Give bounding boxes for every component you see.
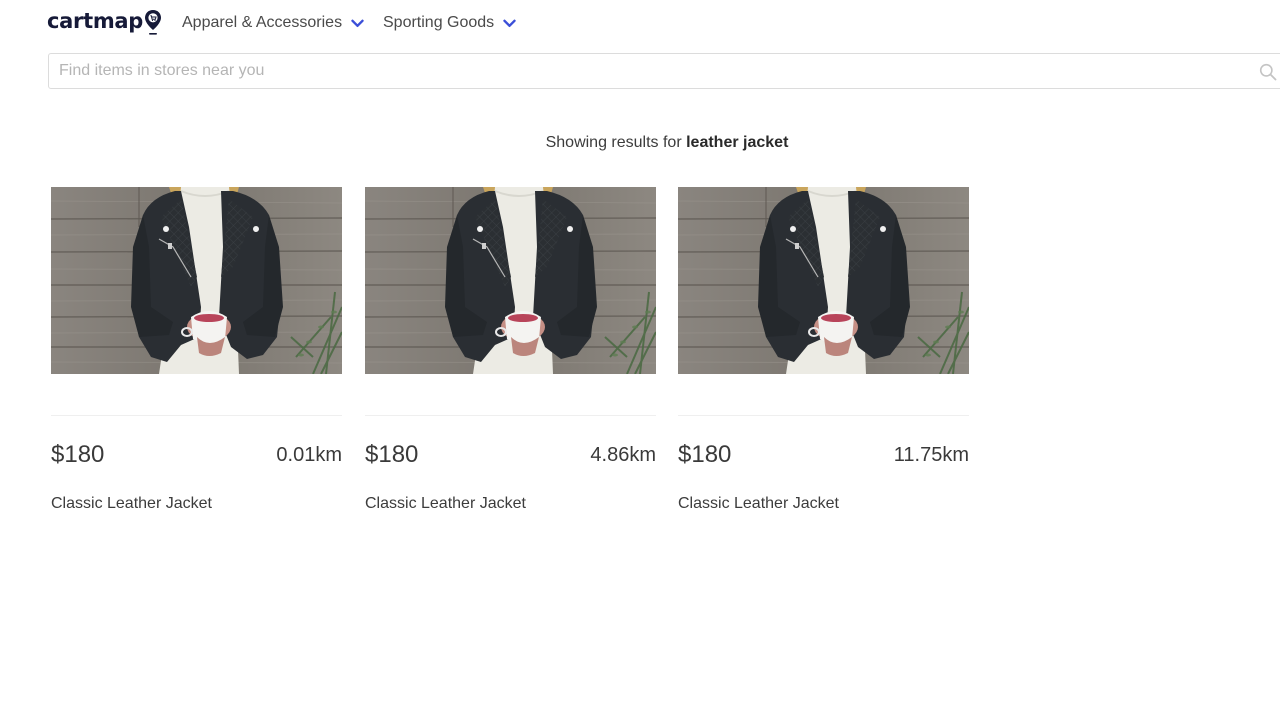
nav-menu-sporting-goods[interactable]: Sporting Goods — [383, 13, 516, 33]
card-divider — [51, 415, 342, 416]
results-heading: Showing results for leather jacket — [0, 134, 1280, 152]
product-name[interactable]: Classic Leather Jacket — [678, 495, 839, 513]
product-card[interactable]: $180 0.01km Classic Leather Jacket — [51, 187, 342, 527]
nav-menu-label: Apparel & Accessories — [182, 14, 343, 31]
product-price: $180 — [51, 441, 105, 468]
top-navigation: cartmap Apparel & Accessories Sporting G… — [0, 0, 1280, 46]
product-card[interactable]: $180 11.75km Classic Leather Jacket — [678, 187, 969, 527]
product-name[interactable]: Classic Leather Jacket — [365, 495, 526, 513]
results-prefix: Showing results for — [545, 134, 682, 151]
product-price: $180 — [365, 441, 419, 468]
search-icon[interactable] — [1259, 63, 1277, 81]
search-input[interactable] — [49, 54, 1280, 88]
search-bar — [48, 53, 1280, 89]
product-price: $180 — [678, 441, 732, 468]
chevron-down-icon — [503, 15, 516, 33]
brand-logo[interactable]: cartmap — [47, 8, 162, 42]
card-divider — [678, 415, 969, 416]
chevron-down-icon — [351, 15, 364, 33]
product-image[interactable] — [678, 187, 969, 374]
brand-name: cartmap — [47, 9, 143, 33]
nav-menu-apparel-accessories[interactable]: Apparel & Accessories — [182, 13, 364, 33]
map-pin-cart-icon — [144, 9, 162, 42]
product-image[interactable] — [365, 187, 656, 374]
product-distance: 11.75km — [893, 444, 969, 466]
card-divider — [365, 415, 656, 416]
product-image[interactable] — [51, 187, 342, 374]
product-name[interactable]: Classic Leather Jacket — [51, 495, 212, 513]
nav-menu-label: Sporting Goods — [383, 14, 495, 31]
product-distance: 4.86km — [590, 444, 656, 466]
product-card[interactable]: $180 4.86km Classic Leather Jacket — [365, 187, 656, 527]
product-distance: 0.01km — [276, 444, 342, 466]
results-query: leather jacket — [686, 134, 789, 151]
